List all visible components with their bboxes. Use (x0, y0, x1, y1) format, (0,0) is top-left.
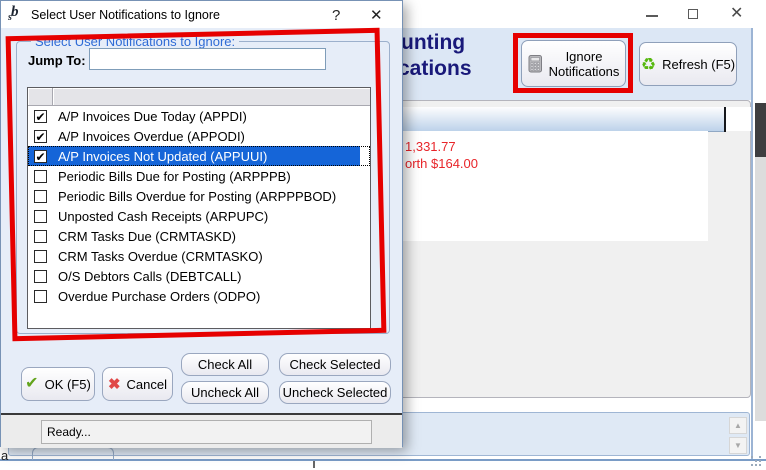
uncheck-all-button[interactable]: Uncheck All (181, 381, 269, 404)
list-item[interactable]: Unposted Cash Receipts (ARPUPC) (28, 206, 370, 226)
notifications-grid-header (380, 107, 724, 132)
calculator-icon (528, 55, 543, 73)
notifications-grid-header-cell (726, 107, 751, 131)
list-item[interactable]: CRM Tasks Due (CRMTASKD) (28, 226, 370, 246)
app-heading-fragment-1: unting (401, 31, 465, 55)
item-checkbox[interactable]: ✔ (34, 150, 47, 163)
close-icon[interactable]: ✕ (730, 4, 743, 24)
list-header-name-column (53, 88, 370, 106)
dialog-title: Select User Notifications to Ignore (31, 8, 220, 22)
dialog-close-icon[interactable]: ✕ (370, 6, 383, 24)
item-checkbox[interactable] (34, 210, 47, 223)
list-item[interactable]: O/S Debtors Calls (DEBTCALL) (28, 266, 370, 286)
ignore-notifications-dialog: bs Select User Notifications to Ignore ?… (0, 0, 403, 447)
list-item[interactable]: Periodic Bills Due for Posting (ARPPPB) (28, 166, 370, 186)
item-label: O/S Debtors Calls (DEBTCALL) (58, 269, 242, 284)
status-message: Ready... (41, 420, 372, 444)
list-item[interactable]: Periodic Bills Overdue for Posting (ARPP… (28, 186, 370, 206)
maximize-icon[interactable] (688, 9, 698, 19)
help-icon[interactable]: ? (332, 7, 340, 24)
refresh-button[interactable]: ♻ Refresh (F5) (639, 42, 737, 86)
scroll-down-icon[interactable]: ▼ (729, 437, 747, 454)
item-checkbox[interactable] (34, 170, 47, 183)
item-label: Unposted Cash Receipts (ARPUPC) (58, 209, 268, 224)
item-label: CRM Tasks Due (CRMTASKD) (58, 229, 236, 244)
list-item[interactable]: ✔ A/P Invoices Not Updated (APPUUI) (28, 146, 370, 166)
item-label: Periodic Bills Overdue for Posting (ARPP… (58, 189, 336, 204)
scroll-up-icon[interactable]: ▲ (729, 417, 747, 434)
uncheck-all-label: Uncheck All (191, 385, 259, 400)
list-item[interactable]: ✔ A/P Invoices Overdue (APPODI) (28, 126, 370, 146)
cancel-button[interactable]: ✖ Cancel (102, 367, 173, 401)
recycle-icon: ♻ (641, 56, 656, 73)
groupbox-label: Select User Notifications to Ignore: (31, 34, 239, 49)
cancel-button-label: Cancel (127, 377, 167, 392)
jump-to-label: Jump To: (28, 53, 86, 68)
check-all-button[interactable]: Check All (181, 353, 269, 376)
notification-list: ✔ A/P Invoices Due Today (APPDI) ✔ A/P I… (27, 87, 371, 329)
jump-to-input[interactable] (89, 48, 326, 70)
background-text-fragment: a (1, 448, 8, 463)
list-item[interactable]: ✔ A/P Invoices Due Today (APPDI) (28, 106, 370, 126)
list-item[interactable]: CRM Tasks Overdue (CRMTASKO) (28, 246, 370, 266)
partially-hidden-button[interactable] (32, 447, 114, 460)
item-checkbox[interactable] (34, 270, 47, 283)
item-label: A/P Invoices Overdue (APPODI) (58, 129, 245, 144)
check-all-label: Check All (198, 357, 252, 372)
item-label: CRM Tasks Overdue (CRMTASKO) (58, 249, 263, 264)
notification-row-fragment-2: orth $164.00 (405, 156, 478, 171)
list-header-checkbox-column (28, 88, 53, 106)
check-selected-button[interactable]: Check Selected (279, 353, 391, 376)
uncheck-selected-label: Uncheck Selected (283, 385, 388, 400)
item-label: A/P Invoices Due Today (APPDI) (58, 109, 247, 124)
resize-grip[interactable] (750, 455, 764, 469)
list-header (28, 88, 370, 106)
item-checkbox[interactable]: ✔ (34, 110, 47, 123)
item-label: A/P Invoices Not Updated (APPUUI) (58, 149, 267, 164)
right-edge-dark-segment (755, 103, 766, 157)
notification-list-rows: ✔ A/P Invoices Due Today (APPDI) ✔ A/P I… (28, 106, 370, 306)
check-selected-label: Check Selected (289, 357, 380, 372)
red-cross-icon: ✖ (108, 377, 121, 392)
app-logo-icon: bs (7, 4, 27, 24)
notification-row-fragment-1: 1,331.77 (405, 139, 456, 154)
ignore-notifications-button[interactable]: Ignore Notifications (521, 40, 626, 87)
item-checkbox[interactable] (34, 290, 47, 303)
ignore-button-label-line2: Notifications (549, 64, 620, 79)
item-checkbox[interactable] (34, 250, 47, 263)
list-item[interactable]: Overdue Purchase Orders (ODPO) (28, 286, 370, 306)
item-checkbox[interactable]: ✔ (34, 130, 47, 143)
ok-button-label: OK (F5) (45, 377, 91, 392)
item-label: Overdue Purchase Orders (ODPO) (58, 289, 260, 304)
right-edge-grey-segment (755, 157, 766, 421)
app-heading-fragment-2: cations (398, 57, 472, 81)
below-window-strip (0, 461, 766, 470)
item-checkbox[interactable] (34, 190, 47, 203)
below-window-tick (313, 461, 315, 468)
item-checkbox[interactable] (34, 230, 47, 243)
ok-button[interactable]: ✔ OK (F5) (21, 367, 95, 401)
green-check-icon: ✔ (25, 376, 38, 392)
uncheck-selected-button[interactable]: Uncheck Selected (279, 381, 391, 404)
ignore-button-label-line1: Ignore (566, 49, 603, 64)
item-label: Periodic Bills Due for Posting (ARPPPB) (58, 169, 291, 184)
minimize-icon[interactable] (646, 15, 658, 17)
refresh-button-label: Refresh (F5) (662, 57, 735, 72)
